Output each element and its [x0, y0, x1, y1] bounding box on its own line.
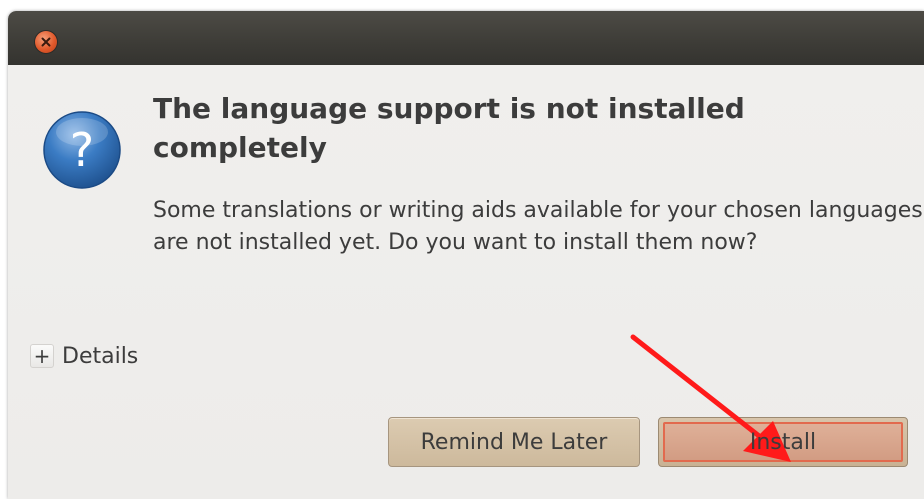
question-icon: ? [43, 111, 121, 189]
expand-icon[interactable]: + [30, 344, 54, 368]
title-bar [8, 11, 924, 65]
details-label: Details [62, 343, 139, 369]
dialog-title: The language support is not installed co… [153, 92, 745, 164]
svg-text:?: ? [70, 123, 94, 177]
details-expander[interactable]: + Details [30, 341, 138, 371]
remind-me-later-label: Remind Me Later [420, 429, 608, 455]
dialog-window: ? The language support is not installed … [8, 11, 924, 499]
close-button[interactable] [35, 31, 57, 53]
red-arrow-icon [630, 334, 791, 462]
dialog-message: Some translations or writing aids availa… [153, 198, 923, 255]
dialog-content: ? The language support is not installed … [8, 65, 924, 499]
close-icon [41, 37, 51, 47]
install-label: Install [749, 429, 817, 455]
